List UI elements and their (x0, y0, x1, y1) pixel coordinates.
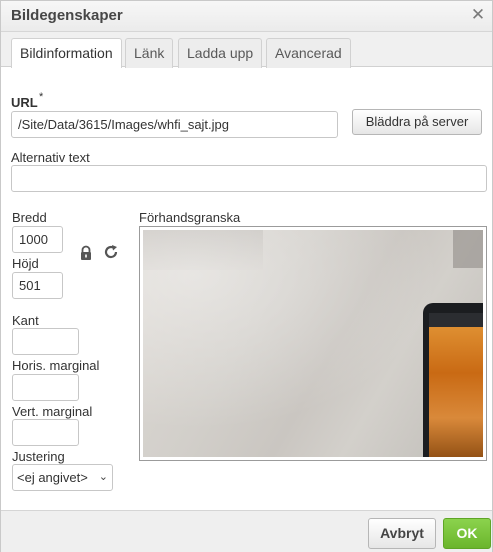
image-preview (139, 226, 487, 461)
alt-text-input[interactable] (11, 165, 487, 192)
preview-image (143, 230, 483, 457)
align-select[interactable]: <ej angivet> ⌄ (12, 464, 113, 491)
preview-image-laptop (423, 303, 483, 457)
browse-server-button[interactable]: Bläddra på server (352, 109, 482, 135)
tab-lank[interactable]: Länk (125, 38, 174, 68)
border-input[interactable] (12, 328, 79, 355)
height-input[interactable]: 501 (12, 272, 63, 299)
ok-button[interactable]: OK (443, 518, 491, 549)
vspace-input[interactable] (12, 419, 79, 446)
alt-text-label: Alternativ text (11, 150, 90, 165)
close-icon[interactable]: ✕ (470, 6, 486, 24)
hspace-input[interactable] (12, 374, 79, 401)
cancel-button[interactable]: Avbryt (368, 518, 436, 549)
vspace-label: Vert. marginal (12, 404, 93, 419)
required-mark: * (39, 91, 44, 103)
reset-size-icon[interactable] (103, 244, 119, 260)
tab-strip: Bildinformation Länk Ladda upp Avancerad (1, 32, 492, 68)
width-input[interactable]: 1000 (12, 226, 63, 253)
tab-bildinformation[interactable]: Bildinformation (11, 38, 122, 68)
height-label: Höjd (12, 256, 39, 271)
lock-icon[interactable] (78, 245, 94, 261)
align-label: Justering (12, 449, 65, 464)
url-input[interactable]: /Site/Data/3615/Images/whfi_sajt.jpg (11, 111, 338, 138)
width-label: Bredd (12, 210, 47, 225)
align-selected-value: <ej angivet> (17, 470, 88, 485)
preview-label: Förhandsgranska (139, 210, 241, 225)
dialog-title: Bildegenskaper (11, 7, 123, 24)
image-properties-dialog: Bildegenskaper ✕ Bildinformation Länk La… (0, 0, 493, 552)
tab-avancerad[interactable]: Avancerad (266, 38, 351, 68)
hspace-label: Horis. marginal (12, 358, 100, 373)
dialog-titlebar[interactable]: Bildegenskaper ✕ (1, 1, 492, 32)
url-label: URL (11, 95, 38, 110)
preview-image-frame (453, 230, 483, 268)
dialog-footer: Avbryt OK (1, 510, 492, 552)
chevron-down-icon: ⌄ (98, 471, 108, 483)
border-label: Kant (12, 313, 39, 328)
tab-ladda-upp[interactable]: Ladda upp (178, 38, 263, 68)
